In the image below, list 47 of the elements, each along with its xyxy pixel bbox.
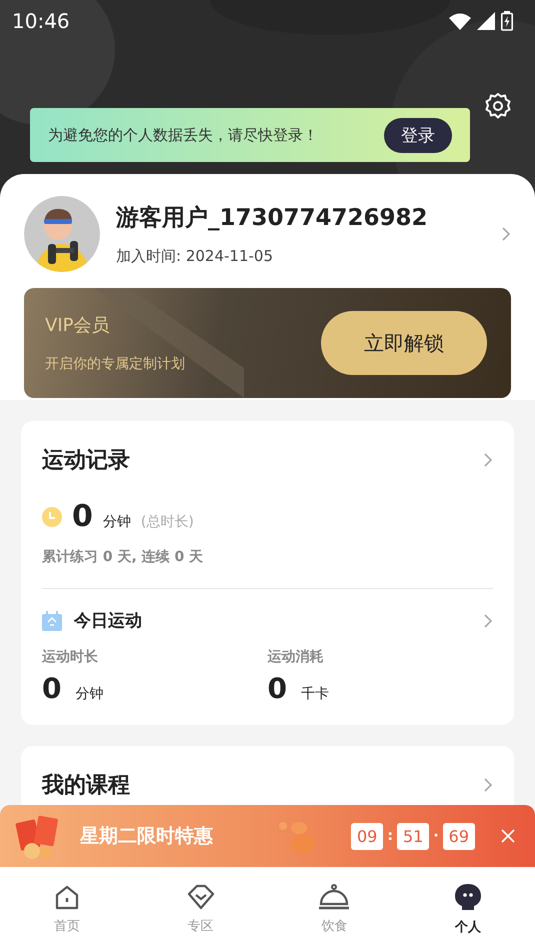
- stat-value: 0: [42, 672, 62, 705]
- countdown-separator: ·: [433, 828, 439, 844]
- chevron-right-icon: [483, 612, 493, 628]
- clock-icon: [42, 506, 62, 526]
- stat-label: 运动时长: [42, 648, 99, 666]
- countdown-digits: 69: [442, 822, 475, 850]
- promo-title: 星期二限时特惠: [80, 824, 213, 849]
- countdown-digits: 51: [396, 822, 430, 850]
- calendar-icon: [42, 610, 62, 630]
- avatar[interactable]: [24, 196, 100, 272]
- stat-value: 0: [268, 672, 287, 705]
- card-title: 运动记录: [42, 447, 130, 475]
- total-note: (总时长): [140, 513, 194, 531]
- vip-title: VIP会员: [45, 314, 110, 337]
- chevron-right-icon: [483, 452, 493, 468]
- login-reminder: 为避免您的个人数据丢失，请尽快登录！: [48, 126, 318, 144]
- chevron-right-icon: [501, 226, 511, 242]
- unlock-button[interactable]: 立即解锁: [321, 311, 487, 375]
- promo-bar[interactable]: 星期二限时特惠 09 : 51 · 69: [0, 805, 535, 867]
- card-title: 我的课程: [42, 772, 130, 800]
- stat-label: 运动消耗: [268, 648, 324, 666]
- settings-icon[interactable]: [484, 92, 512, 120]
- nav-tab[interactable]: 个人: [401, 867, 535, 951]
- unit-label: 千卡: [300, 685, 329, 703]
- unit-label: 分钟: [102, 513, 131, 531]
- nav-tab[interactable]: 专区: [134, 867, 268, 951]
- user-name: 游客用户_1730774726982: [116, 204, 429, 233]
- countdown-separator: :: [387, 828, 393, 844]
- practice-summary: 累计练习 0 天, 连续 0 天: [42, 548, 204, 566]
- vip-subtitle: 开启你的专属定制计划: [45, 355, 185, 373]
- clock: 10:46: [12, 9, 70, 33]
- cloche-icon: [317, 883, 352, 911]
- nav-tab[interactable]: 饮食: [268, 867, 402, 951]
- today-title: 今日运动: [74, 610, 142, 632]
- diamond-icon: [186, 883, 216, 911]
- battery-icon: [501, 11, 513, 31]
- login-button[interactable]: 登录: [384, 118, 452, 152]
- wifi-icon: [449, 12, 471, 30]
- ghost-icon: [454, 882, 482, 912]
- chevron-right-icon: [483, 777, 493, 793]
- nav-tab[interactable]: 首页: [0, 867, 134, 951]
- close-icon[interactable]: [501, 829, 515, 843]
- signal-icon: [477, 12, 495, 30]
- unit-label: 分钟: [75, 685, 104, 703]
- join-date: 加入时间: 2024-11-05: [116, 247, 274, 266]
- countdown-digits: 09: [350, 822, 384, 850]
- total-minutes: 0: [72, 499, 93, 534]
